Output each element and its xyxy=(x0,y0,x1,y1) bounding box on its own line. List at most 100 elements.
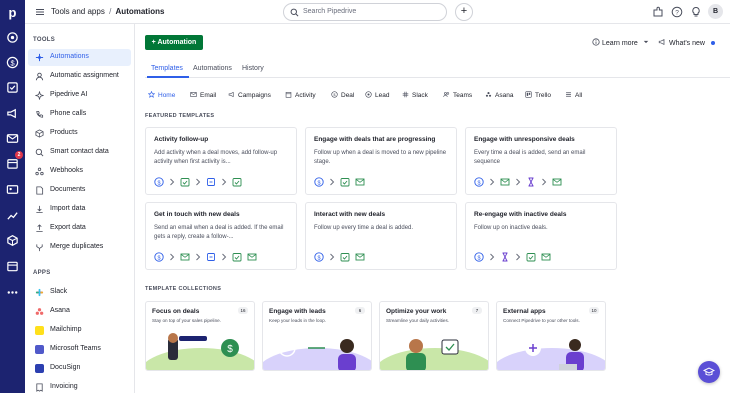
template-card[interactable]: Interact with new deals Follow up every … xyxy=(305,202,457,270)
filter-teams[interactable]: Teams xyxy=(443,91,472,99)
tasks-checkbox-icon[interactable] xyxy=(6,81,19,94)
svg-text:$: $ xyxy=(317,180,320,186)
template-card[interactable]: Re-engage with inactive deals Follow up … xyxy=(465,202,617,270)
filter-activity[interactable]: Activity xyxy=(285,91,316,99)
template-card[interactable]: Activity follow-up Add activity when a d… xyxy=(145,127,297,195)
filter-trello[interactable]: Trello xyxy=(525,91,551,99)
breadcrumb-current: Automations xyxy=(115,7,165,16)
deals-dollar-icon[interactable]: $ xyxy=(6,56,19,69)
slack-icon xyxy=(35,288,44,297)
filter-deal[interactable]: $ Deal xyxy=(331,91,354,99)
active-tab-indicator xyxy=(147,76,189,78)
sidebar-item-pipedrive-ai[interactable]: Pipedrive AI xyxy=(28,87,131,104)
tab-history[interactable]: History xyxy=(242,65,264,72)
search-icon xyxy=(290,8,299,17)
unread-dot xyxy=(711,41,715,45)
learn-more-dropdown[interactable]: Learn more xyxy=(592,38,649,47)
chevron-right-icon xyxy=(169,178,175,186)
quick-add-button[interactable]: + xyxy=(455,3,473,21)
activity-step-icon xyxy=(180,177,190,187)
collection-illustration xyxy=(380,332,488,370)
app-rail: p $ 2 xyxy=(0,0,25,393)
breadcrumb-parent[interactable]: Tools and apps xyxy=(51,7,105,16)
collection-count: 16 xyxy=(238,307,248,314)
calendar-icon[interactable] xyxy=(6,157,19,170)
add-automation-button[interactable]: + Automation xyxy=(145,35,203,50)
user-avatar[interactable]: B xyxy=(708,4,723,19)
sidebar-app-invoicing[interactable]: Invoicing xyxy=(28,379,131,393)
sidebar-app-mailchimp[interactable]: Mailchimp xyxy=(28,322,131,339)
sidebar-app-microsoft-teams[interactable]: Microsoft Teams xyxy=(28,341,131,358)
tab-templates[interactable]: Templates xyxy=(151,65,183,72)
svg-text:$: $ xyxy=(227,344,233,355)
sidebar-item-import-data[interactable]: Import data xyxy=(28,201,131,218)
sidebar-item-webhooks[interactable]: Webhooks xyxy=(28,163,131,180)
sidebar-app-docusign[interactable]: DocuSign xyxy=(28,360,131,377)
svg-text:$: $ xyxy=(157,180,160,186)
sidebar-item-export-data[interactable]: Export data xyxy=(28,220,131,237)
filter-slack[interactable]: Slack xyxy=(402,91,428,99)
delay-hourglass-icon xyxy=(526,177,536,187)
chevron-right-icon xyxy=(195,253,201,261)
filter-home[interactable]: Home xyxy=(148,91,175,99)
svg-text:$: $ xyxy=(317,255,320,261)
trello-icon xyxy=(525,91,532,98)
activity-step-icon xyxy=(340,252,350,262)
template-card[interactable]: Engage with unresponsive deals Every tim… xyxy=(465,127,617,195)
collection-illustration xyxy=(263,332,371,370)
marketplace-icon[interactable] xyxy=(6,260,19,273)
filter-campaigns[interactable]: Campaigns xyxy=(228,91,271,99)
sidebar-item-automatic-assignment[interactable]: Automatic assignment xyxy=(28,68,131,85)
mailchimp-icon xyxy=(35,326,44,335)
collection-card[interactable]: Optimize your work Streamline your daily… xyxy=(379,301,489,371)
filter-email[interactable]: Email xyxy=(190,91,216,99)
filter-all[interactable]: All xyxy=(565,91,582,99)
svg-text:$: $ xyxy=(10,58,14,67)
sidebar-item-phone-calls[interactable]: Phone calls xyxy=(28,106,131,123)
insights-chart-icon[interactable] xyxy=(6,209,19,222)
pipedrive-logo[interactable]: p xyxy=(4,4,21,21)
apps-heading: APPS xyxy=(33,270,51,276)
contacts-card-icon[interactable] xyxy=(6,183,19,196)
sidebar-item-merge-duplicates[interactable]: Merge duplicates xyxy=(28,239,131,256)
help-icon[interactable]: ? xyxy=(671,6,683,18)
condition-step-icon xyxy=(206,252,216,262)
email-step-icon xyxy=(355,252,365,262)
template-card[interactable]: Get in touch with new deals Send an emai… xyxy=(145,202,297,270)
sidebar-item-smart-contact-data[interactable]: Smart contact data xyxy=(28,144,131,161)
products-cube-icon[interactable] xyxy=(6,234,19,247)
collection-card[interactable]: Focus on deals Stay on top of your sales… xyxy=(145,301,255,371)
docusign-icon xyxy=(35,364,44,373)
chevron-right-icon xyxy=(515,253,521,261)
academy-help-button[interactable] xyxy=(698,361,720,383)
calendar-icon xyxy=(285,91,292,98)
sidebar-item-products[interactable]: Products xyxy=(28,125,131,142)
collection-count: 10 xyxy=(589,307,599,314)
search-input[interactable]: Search Pipedrive xyxy=(283,3,447,21)
sidebar-item-automations[interactable]: Automations xyxy=(28,49,131,66)
collection-card[interactable]: Engage with leads Keep your leads in the… xyxy=(262,301,372,371)
contact-data-icon xyxy=(35,148,44,157)
sidebar-item-documents[interactable]: Documents xyxy=(28,182,131,199)
focus-target-icon[interactable] xyxy=(6,31,19,44)
collection-card[interactable]: External apps Connect Pipedrive to your … xyxy=(496,301,606,371)
chevron-right-icon xyxy=(221,253,227,261)
mail-icon[interactable] xyxy=(6,132,19,145)
more-dots-icon[interactable] xyxy=(6,286,19,299)
menu-hamburger-icon[interactable] xyxy=(35,7,45,17)
sidebar-app-slack[interactable]: Slack xyxy=(28,284,131,301)
list-icon xyxy=(565,91,572,98)
campaigns-megaphone-icon[interactable] xyxy=(6,107,19,120)
tab-automations[interactable]: Automations xyxy=(193,65,232,72)
filter-asana[interactable]: Asana xyxy=(485,91,513,99)
filter-lead[interactable]: Lead xyxy=(365,91,389,99)
breadcrumb: Tools and apps / Automations xyxy=(51,7,164,16)
email-step-icon xyxy=(180,252,190,262)
sidebar-app-asana[interactable]: Asana xyxy=(28,303,131,320)
learn-more-label: Learn more xyxy=(602,40,638,47)
whats-new-link[interactable]: What's new xyxy=(658,38,705,47)
tips-lightbulb-icon[interactable] xyxy=(690,6,702,18)
search-placeholder: Search Pipedrive xyxy=(303,8,357,15)
extensions-icon[interactable] xyxy=(652,6,664,18)
template-card[interactable]: Engage with deals that are progressing F… xyxy=(305,127,457,195)
